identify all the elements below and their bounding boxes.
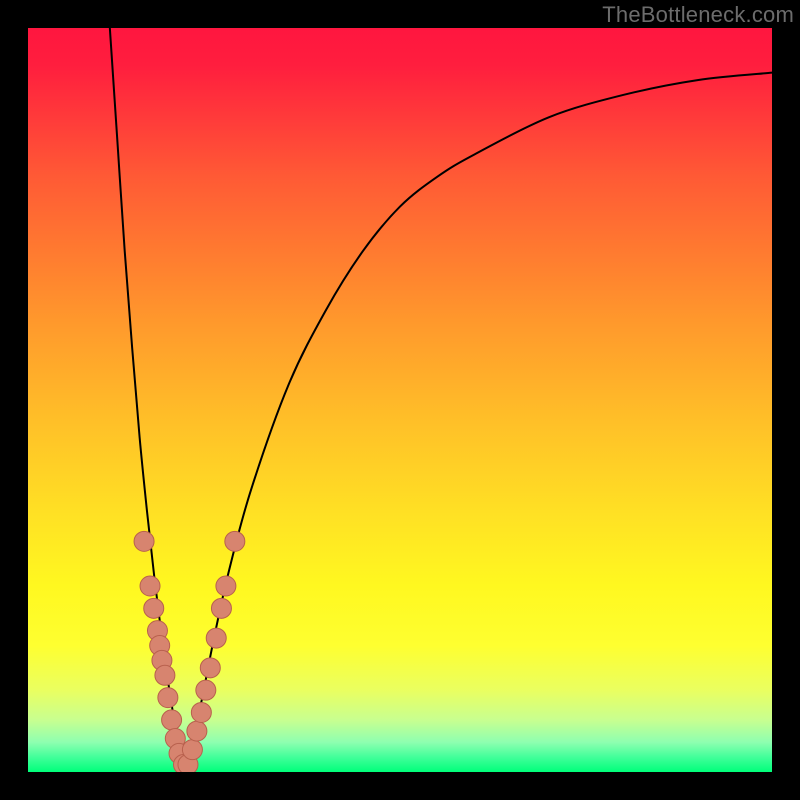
chart-frame: TheBottleneck.com [0, 0, 800, 800]
data-marker [191, 702, 211, 722]
plot-area [28, 28, 772, 772]
data-marker [211, 598, 231, 618]
data-marker [200, 658, 220, 678]
data-marker [134, 531, 154, 551]
data-markers [134, 531, 245, 772]
data-marker [182, 740, 202, 760]
data-marker [225, 531, 245, 551]
series-left-branch [110, 28, 184, 772]
data-marker [144, 598, 164, 618]
data-marker [155, 665, 175, 685]
data-marker [187, 721, 207, 741]
data-marker [162, 710, 182, 730]
curve-layer [28, 28, 772, 772]
data-marker [196, 680, 216, 700]
data-marker [206, 628, 226, 648]
data-marker [216, 576, 236, 596]
data-marker [158, 688, 178, 708]
watermark-text: TheBottleneck.com [602, 2, 794, 28]
data-marker [140, 576, 160, 596]
series-right-branch [184, 73, 772, 772]
